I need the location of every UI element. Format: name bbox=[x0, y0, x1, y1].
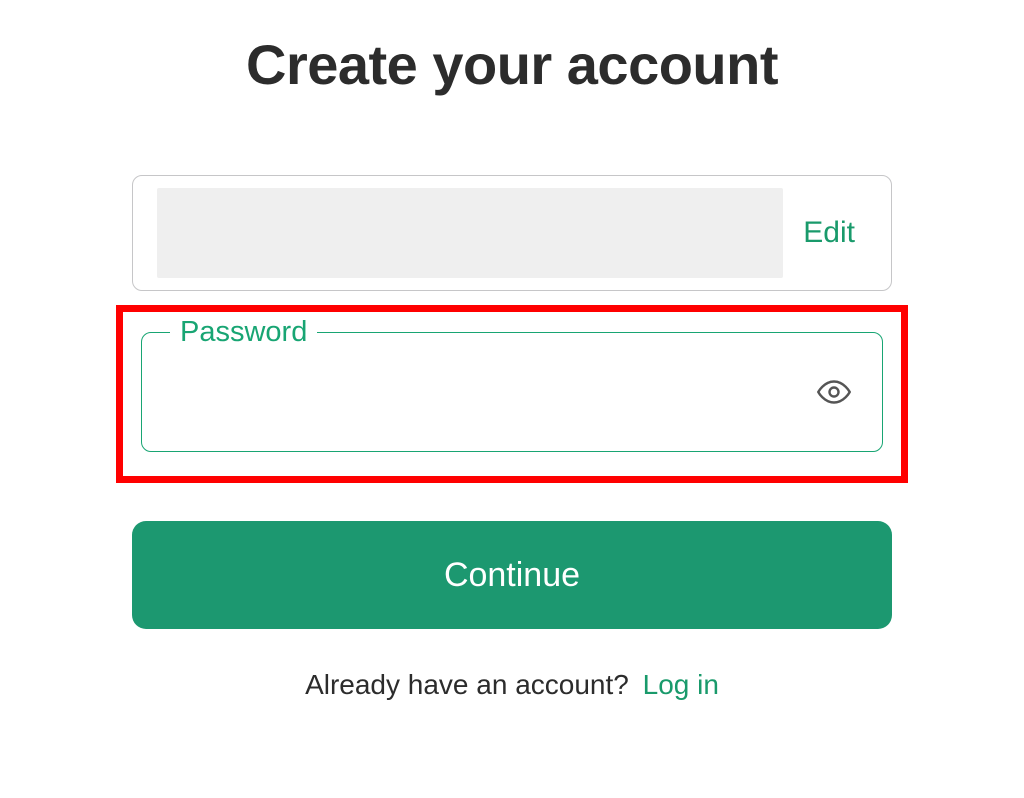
login-prompt-text: Already have an account? bbox=[305, 669, 629, 700]
login-link[interactable]: Log in bbox=[643, 669, 719, 700]
continue-button[interactable]: Continue bbox=[132, 521, 892, 629]
edit-email-button[interactable]: Edit bbox=[803, 216, 863, 250]
email-masked-value bbox=[157, 188, 783, 278]
page-title: Create your account bbox=[132, 32, 892, 97]
eye-icon bbox=[816, 374, 852, 410]
toggle-password-visibility-button[interactable] bbox=[814, 372, 854, 412]
login-prompt-row: Already have an account? Log in bbox=[132, 669, 892, 701]
password-label: Password bbox=[170, 316, 317, 349]
signup-form: Create your account Edit Password Contin… bbox=[132, 0, 892, 701]
password-highlight-box: Password bbox=[116, 305, 908, 483]
password-input[interactable] bbox=[166, 367, 796, 433]
email-display-box: Edit bbox=[132, 175, 892, 291]
password-fieldset: Password bbox=[141, 332, 883, 452]
